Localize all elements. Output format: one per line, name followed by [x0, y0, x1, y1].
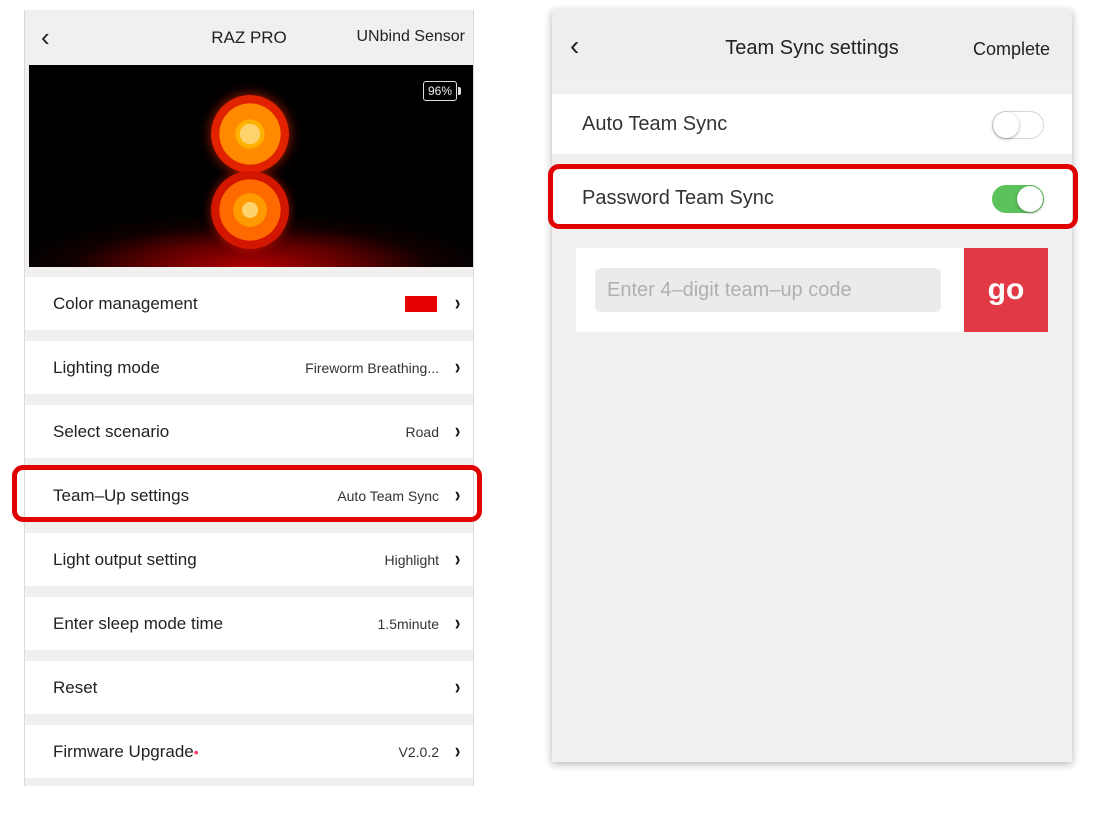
chevron-right-icon: ›	[454, 546, 461, 571]
row-label: Firmware Upgrade•	[53, 742, 199, 762]
update-dot-icon: •	[193, 744, 199, 760]
row-value: Fireworm Breathing...	[305, 360, 439, 376]
chevron-right-icon: ›	[454, 418, 461, 443]
header: ‹ Team Sync settings Complete	[552, 10, 1072, 80]
firmware-label-text: Firmware Upgrade	[53, 742, 194, 761]
team-sync-settings-screen: ‹ Team Sync settings Complete Auto Team …	[552, 10, 1072, 762]
row-label: Enter sleep mode time	[53, 614, 224, 633]
header: ‹ RAZ PRO UNbind Sensor	[25, 10, 473, 66]
row-label: Reset	[53, 678, 98, 697]
row-label: Lighting mode	[53, 358, 160, 377]
chevron-right-icon: ›	[454, 738, 461, 763]
chevron-right-icon: ›	[454, 290, 461, 315]
row-label: Select scenario	[53, 422, 170, 441]
row-label: Auto Team Sync	[582, 113, 728, 135]
row-auto-team-sync: Auto Team Sync	[552, 94, 1072, 154]
chevron-right-icon: ›	[454, 354, 461, 379]
lamp-preview-image: 96%	[29, 65, 473, 267]
highlight-password-sync-row	[548, 164, 1078, 229]
toggle-knob	[993, 112, 1019, 138]
lamp-settings-screen: ‹ RAZ PRO UNbind Sensor 96% Color manage…	[24, 10, 474, 786]
color-swatch	[405, 296, 437, 312]
row-value: V2.0.2	[398, 744, 439, 760]
unbind-sensor-button[interactable]: UNbind Sensor	[357, 28, 466, 46]
team-code-panel: go	[576, 248, 1048, 332]
row-value: Road	[405, 424, 439, 440]
team-code-input[interactable]	[595, 268, 941, 312]
chevron-right-icon: ›	[454, 674, 461, 699]
row-reset[interactable]: Reset ›	[25, 661, 473, 714]
auto-team-sync-toggle[interactable]	[992, 111, 1044, 139]
go-button[interactable]: go	[964, 248, 1048, 332]
row-light-output-setting[interactable]: Light output setting Highlight ›	[25, 533, 473, 586]
highlight-team-up-row	[12, 465, 482, 522]
row-label: Color management	[53, 294, 198, 313]
lamp-reflection-icon	[211, 171, 289, 249]
lamp-glow-icon	[211, 95, 289, 173]
complete-button[interactable]: Complete	[973, 39, 1050, 60]
row-color-management[interactable]: Color management ›	[25, 277, 473, 330]
row-value: 1.5minute	[377, 616, 439, 632]
row-select-scenario[interactable]: Select scenario Road ›	[25, 405, 473, 458]
row-firmware-upgrade[interactable]: Firmware Upgrade• V2.0.2 ›	[25, 725, 473, 778]
row-value: Highlight	[384, 552, 439, 568]
row-label: Light output setting	[53, 550, 197, 569]
row-lighting-mode[interactable]: Lighting mode Fireworm Breathing... ›	[25, 341, 473, 394]
row-sleep-mode-time[interactable]: Enter sleep mode time 1.5minute ›	[25, 597, 473, 650]
battery-indicator: 96%	[422, 81, 462, 101]
chevron-right-icon: ›	[454, 610, 461, 635]
